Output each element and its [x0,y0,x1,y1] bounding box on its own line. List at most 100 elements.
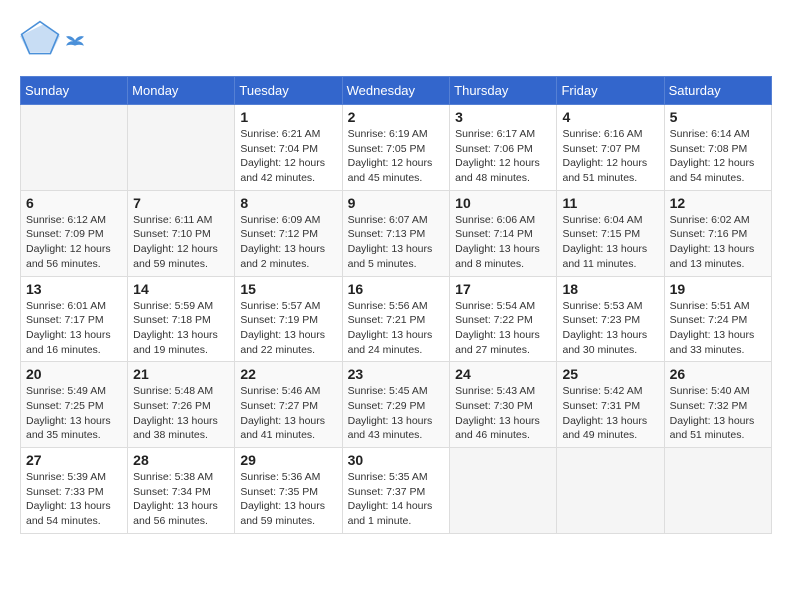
calendar-week-3: 13 Sunrise: 6:01 AM Sunset: 7:17 PM Dayli… [21,276,772,362]
day-of-week-sunday: Sunday [21,77,128,105]
day-number: 7 [133,195,229,211]
calendar-week-4: 20 Sunrise: 5:49 AM Sunset: 7:25 PM Dayli… [21,362,772,448]
calendar-cell: 29Sunrise: 5:36 AM Sunset: 7:35 PM Dayli… [235,448,342,534]
calendar-cell: 11 Sunrise: 6:04 AM Sunset: 7:15 PM Dayli… [557,190,664,276]
day-info: Sunrise: 5:40 AM Sunset: 7:32 PM Dayligh… [670,384,766,443]
day-number: 22 [240,366,336,382]
calendar-cell: 13 Sunrise: 6:01 AM Sunset: 7:17 PM Dayli… [21,276,128,362]
calendar-cell: 6 Sunrise: 6:12 AM Sunset: 7:09 PM Daylig… [21,190,128,276]
day-info: Sunrise: 6:11 AM Sunset: 7:10 PM Dayligh… [133,213,229,272]
day-number: 21 [133,366,229,382]
calendar-cell: 9Sunrise: 6:07 AM Sunset: 7:13 PM Daylig… [342,190,450,276]
day-number: 11 [562,195,658,211]
day-info: Sunrise: 5:43 AM Sunset: 7:30 PM Dayligh… [455,384,551,443]
calendar-cell: 19 Sunrise: 5:51 AM Sunset: 7:24 PM Dayli… [664,276,771,362]
day-number: 26 [670,366,766,382]
day-info: Sunrise: 6:01 AM Sunset: 7:17 PM Dayligh… [26,299,122,358]
day-of-week-monday: Monday [128,77,235,105]
calendar-cell: 15 Sunrise: 5:57 AM Sunset: 7:19 PM Dayli… [235,276,342,362]
calendar-cell [557,448,664,534]
logo [20,20,86,60]
day-info: Sunrise: 5:42 AM Sunset: 7:31 PM Dayligh… [562,384,658,443]
day-number: 23 [348,366,445,382]
day-info: Sunrise: 5:54 AM Sunset: 7:22 PM Dayligh… [455,299,551,358]
day-info: Sunrise: 6:16 AM Sunset: 7:07 PM Dayligh… [562,127,658,186]
day-info: Sunrise: 6:19 AM Sunset: 7:05 PM Dayligh… [348,127,445,186]
day-of-week-saturday: Saturday [664,77,771,105]
day-number: 27 [26,452,122,468]
day-number: 16 [348,281,445,297]
calendar-cell: 7 Sunrise: 6:11 AM Sunset: 7:10 PM Daylig… [128,190,235,276]
calendar-table: SundayMondayTuesdayWednesdayThursdayFrid… [20,76,772,534]
day-info: Sunrise: 6:21 AM Sunset: 7:04 PM Dayligh… [240,127,336,186]
day-info: Sunrise: 6:12 AM Sunset: 7:09 PM Dayligh… [26,213,122,272]
day-info: Sunrise: 5:49 AM Sunset: 7:25 PM Dayligh… [26,384,122,443]
calendar-cell: 30 Sunrise: 5:35 AM Sunset: 7:37 PM Dayli… [342,448,450,534]
day-number: 10 [455,195,551,211]
day-info: Sunrise: 5:46 AM Sunset: 7:27 PM Dayligh… [240,384,336,443]
day-number: 25 [562,366,658,382]
calendar-cell: 4 Sunrise: 6:16 AM Sunset: 7:07 PM Daylig… [557,105,664,191]
day-number: 24 [455,366,551,382]
calendar-week-2: 6 Sunrise: 6:12 AM Sunset: 7:09 PM Daylig… [21,190,772,276]
day-info: Sunrise: 6:04 AM Sunset: 7:15 PM Dayligh… [562,213,658,272]
day-info: Sunrise: 5:51 AM Sunset: 7:24 PM Dayligh… [670,299,766,358]
calendar-cell: 10 Sunrise: 6:06 AM Sunset: 7:14 PM Dayli… [450,190,557,276]
day-number: 13 [26,281,122,297]
calendar-cell: 14 Sunrise: 5:59 AM Sunset: 7:18 PM Dayli… [128,276,235,362]
day-number: 17 [455,281,551,297]
day-info: Sunrise: 6:02 AM Sunset: 7:16 PM Dayligh… [670,213,766,272]
day-info: Sunrise: 6:09 AM Sunset: 7:12 PM Dayligh… [240,213,336,272]
day-number: 19 [670,281,766,297]
calendar-week-1: 1 Sunrise: 6:21 AM Sunset: 7:04 PM Daylig… [21,105,772,191]
day-info: Sunrise: 6:17 AM Sunset: 7:06 PM Dayligh… [455,127,551,186]
calendar-cell: 12 Sunrise: 6:02 AM Sunset: 7:16 PM Dayli… [664,190,771,276]
day-number: 14 [133,281,229,297]
day-number: 30 [348,452,445,468]
calendar-cell: 22 Sunrise: 5:46 AM Sunset: 7:27 PM Dayli… [235,362,342,448]
day-info: Sunrise: 6:14 AM Sunset: 7:08 PM Dayligh… [670,127,766,186]
day-info: Sunrise: 5:39 AM Sunset: 7:33 PM Dayligh… [26,470,122,529]
calendar-cell: 24 Sunrise: 5:43 AM Sunset: 7:30 PM Dayli… [450,362,557,448]
calendar-cell: 20 Sunrise: 5:49 AM Sunset: 7:25 PM Dayli… [21,362,128,448]
calendar-cell: 18Sunrise: 5:53 AM Sunset: 7:23 PM Dayli… [557,276,664,362]
calendar-cell: 1 Sunrise: 6:21 AM Sunset: 7:04 PM Daylig… [235,105,342,191]
day-of-week-tuesday: Tuesday [235,77,342,105]
calendar-header-row: SundayMondayTuesdayWednesdayThursdayFrid… [21,77,772,105]
calendar-cell: 5Sunrise: 6:14 AM Sunset: 7:08 PM Daylig… [664,105,771,191]
calendar-cell [21,105,128,191]
day-of-week-thursday: Thursday [450,77,557,105]
calendar-cell: 28 Sunrise: 5:38 AM Sunset: 7:34 PM Dayli… [128,448,235,534]
calendar-cell [450,448,557,534]
day-number: 15 [240,281,336,297]
day-info: Sunrise: 5:59 AM Sunset: 7:18 PM Dayligh… [133,299,229,358]
day-info: Sunrise: 5:48 AM Sunset: 7:26 PM Dayligh… [133,384,229,443]
calendar-cell: 3Sunrise: 6:17 AM Sunset: 7:06 PM Daylig… [450,105,557,191]
day-info: Sunrise: 5:53 AM Sunset: 7:23 PM Dayligh… [562,299,658,358]
day-of-week-friday: Friday [557,77,664,105]
day-info: Sunrise: 5:38 AM Sunset: 7:34 PM Dayligh… [133,470,229,529]
calendar-cell: 26 Sunrise: 5:40 AM Sunset: 7:32 PM Dayli… [664,362,771,448]
day-number: 12 [670,195,766,211]
day-info: Sunrise: 5:57 AM Sunset: 7:19 PM Dayligh… [240,299,336,358]
day-info: Sunrise: 6:06 AM Sunset: 7:14 PM Dayligh… [455,213,551,272]
day-number: 1 [240,109,336,125]
day-number: 6 [26,195,122,211]
calendar-cell [664,448,771,534]
day-info: Sunrise: 5:45 AM Sunset: 7:29 PM Dayligh… [348,384,445,443]
calendar-cell: 8Sunrise: 6:09 AM Sunset: 7:12 PM Daylig… [235,190,342,276]
day-number: 20 [26,366,122,382]
day-number: 28 [133,452,229,468]
day-info: Sunrise: 5:35 AM Sunset: 7:37 PM Dayligh… [348,470,445,529]
page-header [20,20,772,60]
day-of-week-wednesday: Wednesday [342,77,450,105]
day-info: Sunrise: 6:07 AM Sunset: 7:13 PM Dayligh… [348,213,445,272]
calendar-cell: 23 Sunrise: 5:45 AM Sunset: 7:29 PM Dayli… [342,362,450,448]
calendar-cell: 2 Sunrise: 6:19 AM Sunset: 7:05 PM Daylig… [342,105,450,191]
day-info: Sunrise: 5:56 AM Sunset: 7:21 PM Dayligh… [348,299,445,358]
calendar-cell: 17 Sunrise: 5:54 AM Sunset: 7:22 PM Dayli… [450,276,557,362]
day-number: 2 [348,109,445,125]
day-number: 4 [562,109,658,125]
calendar-cell: 21 Sunrise: 5:48 AM Sunset: 7:26 PM Dayli… [128,362,235,448]
day-number: 29 [240,452,336,468]
